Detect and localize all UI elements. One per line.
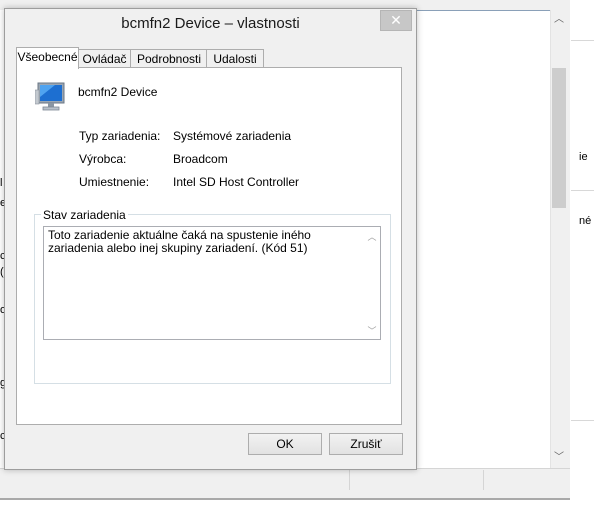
background-text-fragment: né [579,215,592,227]
device-type-label: Typ zariadenia: [79,129,161,143]
scroll-up-icon[interactable]: ︿ [552,12,566,28]
device-status-text: Toto zariadenie aktuálne čaká na spusten… [48,228,311,255]
background-content-pane [416,10,550,469]
manufacturer-label: Výrobca: [79,152,127,166]
background-text-fragment: ie [579,151,588,163]
tab-details[interactable]: Podrobnosti [130,49,208,68]
textbox-scroll-up-icon[interactable]: ︿ [367,230,377,242]
background-divider [571,420,594,421]
device-name: bcmfn2 Device [78,85,158,99]
device-status-textbox[interactable]: Toto zariadenie aktuálne čaká na spusten… [43,226,381,340]
background-text-fragment: l [0,177,3,189]
statusbar-separator [483,470,484,490]
device-status-legend: Stav zariadenia [41,208,128,222]
textbox-scroll-down-icon[interactable]: ﹀ [367,324,377,336]
device-type-value: Systémové zariadenia [173,129,292,143]
background-right-panel [570,0,594,500]
background-divider [571,40,594,41]
tab-general[interactable]: Všeobecné [16,47,79,69]
background-scroll-thumb[interactable] [552,68,566,208]
manufacturer-value: Broadcom [173,152,228,166]
computer-monitor-icon [34,80,69,114]
location-label: Umiestnenie: [79,175,150,189]
dialog-title: bcmfn2 Device – vlastnosti [121,15,300,32]
general-tab-panel: bcmfn2 Device Typ zariadenia: Systémové … [16,67,402,425]
cancel-button[interactable]: Zrušiť [329,433,403,455]
tab-events[interactable]: Udalosti [206,49,264,68]
background-statusbar [0,468,570,491]
location-value: Intel SD Host Controller [173,175,300,189]
dialog-titlebar[interactable]: bcmfn2 Device – vlastnosti ✕ [5,9,416,39]
statusbar-separator [349,470,350,490]
tab-driver[interactable]: Ovládač [77,49,132,68]
scroll-down-icon[interactable]: ﹀ [552,450,566,466]
properties-dialog: bcmfn2 Device – vlastnosti ✕ Všeobecné O… [4,8,417,470]
close-button[interactable]: ✕ [380,10,412,31]
close-icon: ✕ [390,12,402,28]
background-divider [571,190,594,191]
ok-button[interactable]: OK [248,433,322,455]
